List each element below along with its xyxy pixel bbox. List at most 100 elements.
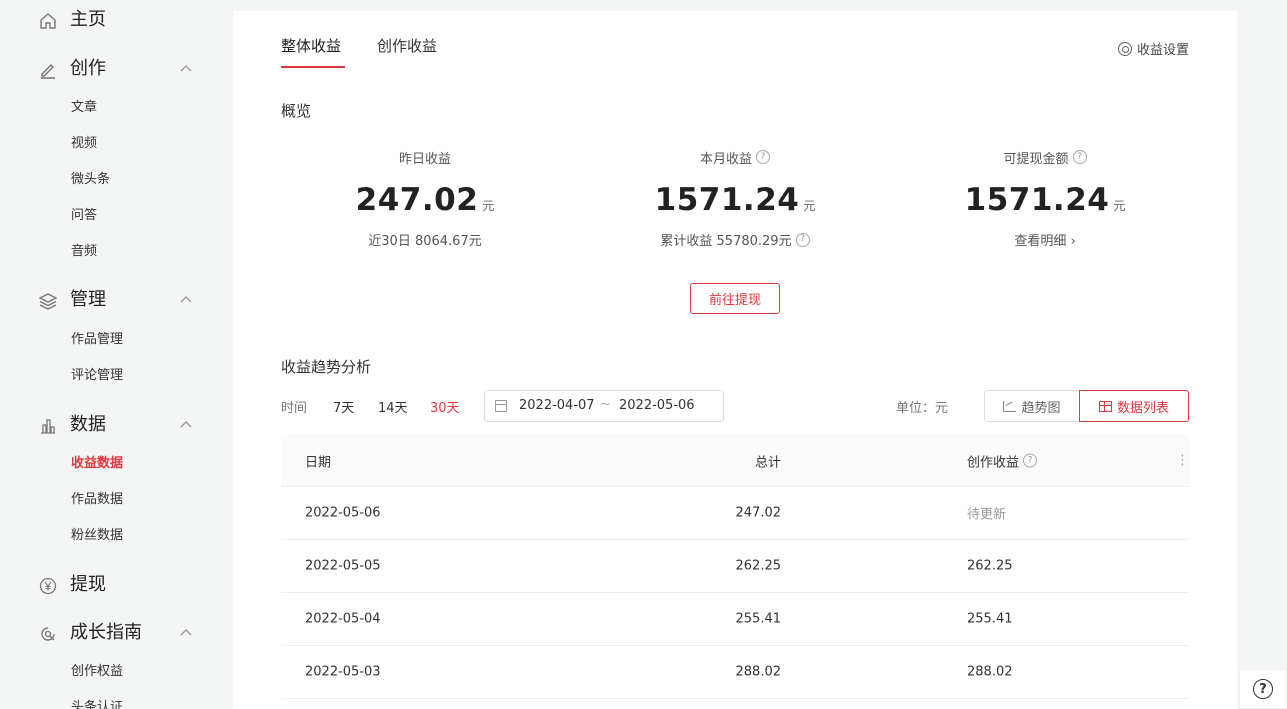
date-separator: ~: [600, 397, 611, 412]
help-icon[interactable]: ?: [795, 232, 810, 247]
table-header: 日期 总计 创作收益 ? ⋮: [281, 435, 1189, 487]
row-creation: 288.02: [967, 664, 1013, 680]
time-label: 时间: [281, 401, 308, 416]
row-total: 247.02: [735, 505, 782, 521]
nav-home[interactable]: 主页: [0, 4, 232, 36]
compass-icon: [39, 625, 57, 643]
yen-icon: [39, 577, 57, 595]
stat-sub-text: 累计收益 55780.29元: [660, 234, 792, 249]
settings-icon: [1117, 41, 1132, 56]
data-list-button[interactable]: 数据列表: [1079, 390, 1189, 422]
row-date: 2022-05-05: [305, 558, 381, 574]
active-tab-indicator: [281, 66, 345, 68]
stat-caption-text: 昨日收益: [398, 151, 451, 167]
nav-create[interactable]: 创作: [0, 53, 232, 85]
view-details-link[interactable]: 查看明细 ›: [1014, 230, 1075, 249]
stat-withdrawable: 可提现金额 ? 1571.24 元 查看明细 ›: [895, 148, 1195, 249]
floating-help-button[interactable]: ?: [1239, 669, 1287, 709]
nav-item-works-data[interactable]: 作品数据: [71, 491, 123, 509]
nav-item-audio[interactable]: 音频: [71, 243, 97, 261]
nav-item-revenue-data[interactable]: 收益数据: [71, 455, 123, 473]
nav-item-micro-post[interactable]: 微头条: [71, 171, 110, 189]
pencil-icon: [39, 61, 57, 79]
stat-unit: 元: [482, 199, 495, 213]
table-row: 2022-05-03 288.02 288.02: [281, 646, 1189, 699]
stat-value: 1571.24: [964, 182, 1110, 218]
range-14d[interactable]: 14天: [378, 397, 408, 416]
trend-chart-button[interactable]: 趋势图: [984, 390, 1079, 422]
row-total: 255.41: [735, 611, 782, 627]
main-panel: 整体收益 创作收益 收益设置 概览 昨日收益 247.02 元 近30日 806…: [233, 11, 1237, 709]
revenue-settings-link[interactable]: 收益设置: [1117, 39, 1189, 58]
nav-item-article[interactable]: 文章: [71, 99, 97, 117]
nav-item-comment-manage[interactable]: 评论管理: [71, 367, 123, 385]
nav-home-label: 主页: [70, 9, 106, 30]
help-icon[interactable]: ?: [1072, 150, 1087, 164]
nav-growth[interactable]: 成长指南: [0, 617, 232, 649]
row-creation: 待更新: [967, 507, 1007, 523]
unit-label: 单位：元: [896, 401, 949, 416]
stat-sub: 近30日 8064.67元: [275, 230, 575, 249]
range-30d[interactable]: 30天: [430, 397, 460, 416]
stat-caption: 昨日收益: [275, 148, 575, 167]
nav-withdraw[interactable]: 提现: [0, 569, 232, 601]
sidebar: 主页 创作 文章 视频 微头条 问答 音频 管理 作品管理 评论管理 数据 收益…: [0, 0, 232, 709]
nav-item-verification[interactable]: 头条认证: [71, 699, 123, 709]
stat-unit: 元: [803, 199, 816, 213]
chevron-up-icon[interactable]: [178, 61, 194, 77]
table-row: 2022-05-04 255.41 255.41: [281, 593, 1189, 646]
home-icon: [39, 12, 57, 30]
calendar-icon: [495, 400, 507, 412]
nav-create-label: 创作: [70, 58, 106, 79]
question-icon: ?: [1253, 679, 1273, 699]
layers-icon: [39, 292, 57, 310]
row-date: 2022-05-06: [305, 505, 381, 521]
date-start: 2022-04-07: [519, 398, 595, 413]
date-range-picker[interactable]: 2022-04-07 ~ 2022-05-06: [484, 390, 724, 422]
help-icon[interactable]: ?: [1023, 453, 1038, 468]
more-columns-indicator: ⋮: [1176, 453, 1189, 468]
trend-title: 收益趋势分析: [281, 358, 372, 376]
bar-chart-icon: [39, 417, 57, 435]
nav-growth-label: 成长指南: [70, 622, 142, 643]
chevron-up-icon[interactable]: [178, 417, 194, 433]
table-icon: [1098, 400, 1112, 412]
stat-value: 247.02: [355, 182, 479, 218]
row-creation: 255.41: [967, 611, 1013, 627]
revenue-settings-label: 收益设置: [1136, 43, 1189, 58]
col-creation: 创作收益 ?: [967, 451, 1038, 470]
nav-item-video[interactable]: 视频: [71, 135, 97, 153]
overview-title: 概览: [281, 102, 312, 120]
nav-item-creator-rights[interactable]: 创作权益: [71, 663, 123, 681]
nav-item-fans-data[interactable]: 粉丝数据: [71, 527, 123, 545]
row-creation: 262.25: [967, 558, 1013, 574]
chevron-up-icon[interactable]: [178, 625, 194, 641]
nav-item-works-manage[interactable]: 作品管理: [71, 331, 123, 349]
stat-caption-text: 可提现金额: [1003, 151, 1069, 167]
date-end: 2022-05-06: [619, 398, 695, 413]
data-list-label: 数据列表: [1116, 400, 1169, 416]
table-row: 2022-05-06 247.02 待更新: [281, 487, 1189, 540]
tab-overall-revenue[interactable]: 整体收益: [281, 36, 341, 56]
nav-data[interactable]: 数据: [0, 409, 232, 441]
row-total: 288.02: [735, 664, 782, 680]
line-chart-icon: [1003, 400, 1017, 412]
go-withdraw-button[interactable]: 前往提现: [690, 283, 780, 314]
revenue-table: 日期 总计 创作收益 ? ⋮ 2022-05-06 247.02 待更新 202…: [281, 435, 1189, 699]
stat-unit: 元: [1113, 199, 1126, 213]
nav-manage-label: 管理: [70, 289, 106, 310]
chevron-up-icon[interactable]: [178, 292, 194, 308]
help-icon[interactable]: ?: [756, 150, 770, 164]
tab-creation-revenue[interactable]: 创作收益: [377, 36, 437, 56]
nav-data-label: 数据: [70, 414, 106, 435]
trend-chart-label: 趋势图: [1021, 400, 1061, 416]
nav-withdraw-label: 提现: [70, 574, 106, 595]
stat-month: 本月收益 ? 1571.24 元 累计收益 55780.29元 ?: [585, 148, 885, 249]
stat-caption-text: 本月收益: [699, 151, 752, 167]
range-7d[interactable]: 7天: [333, 397, 354, 416]
row-total: 262.25: [735, 558, 782, 574]
nav-item-qa[interactable]: 问答: [71, 207, 97, 225]
nav-manage[interactable]: 管理: [0, 284, 232, 316]
stat-yesterday: 昨日收益 247.02 元 近30日 8064.67元: [275, 148, 575, 250]
row-date: 2022-05-04: [305, 611, 381, 627]
